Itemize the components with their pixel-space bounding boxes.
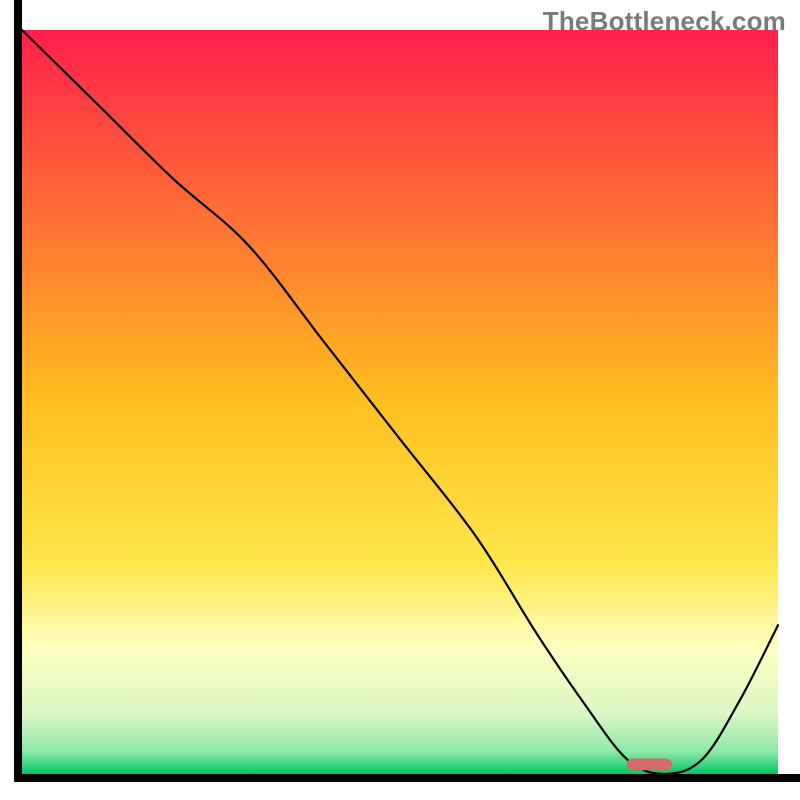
bottleneck-chart: TheBottleneck.com [0, 0, 800, 800]
chart-svg [0, 0, 800, 800]
watermark-text: TheBottleneck.com [543, 6, 786, 37]
minimum-marker [627, 758, 672, 770]
